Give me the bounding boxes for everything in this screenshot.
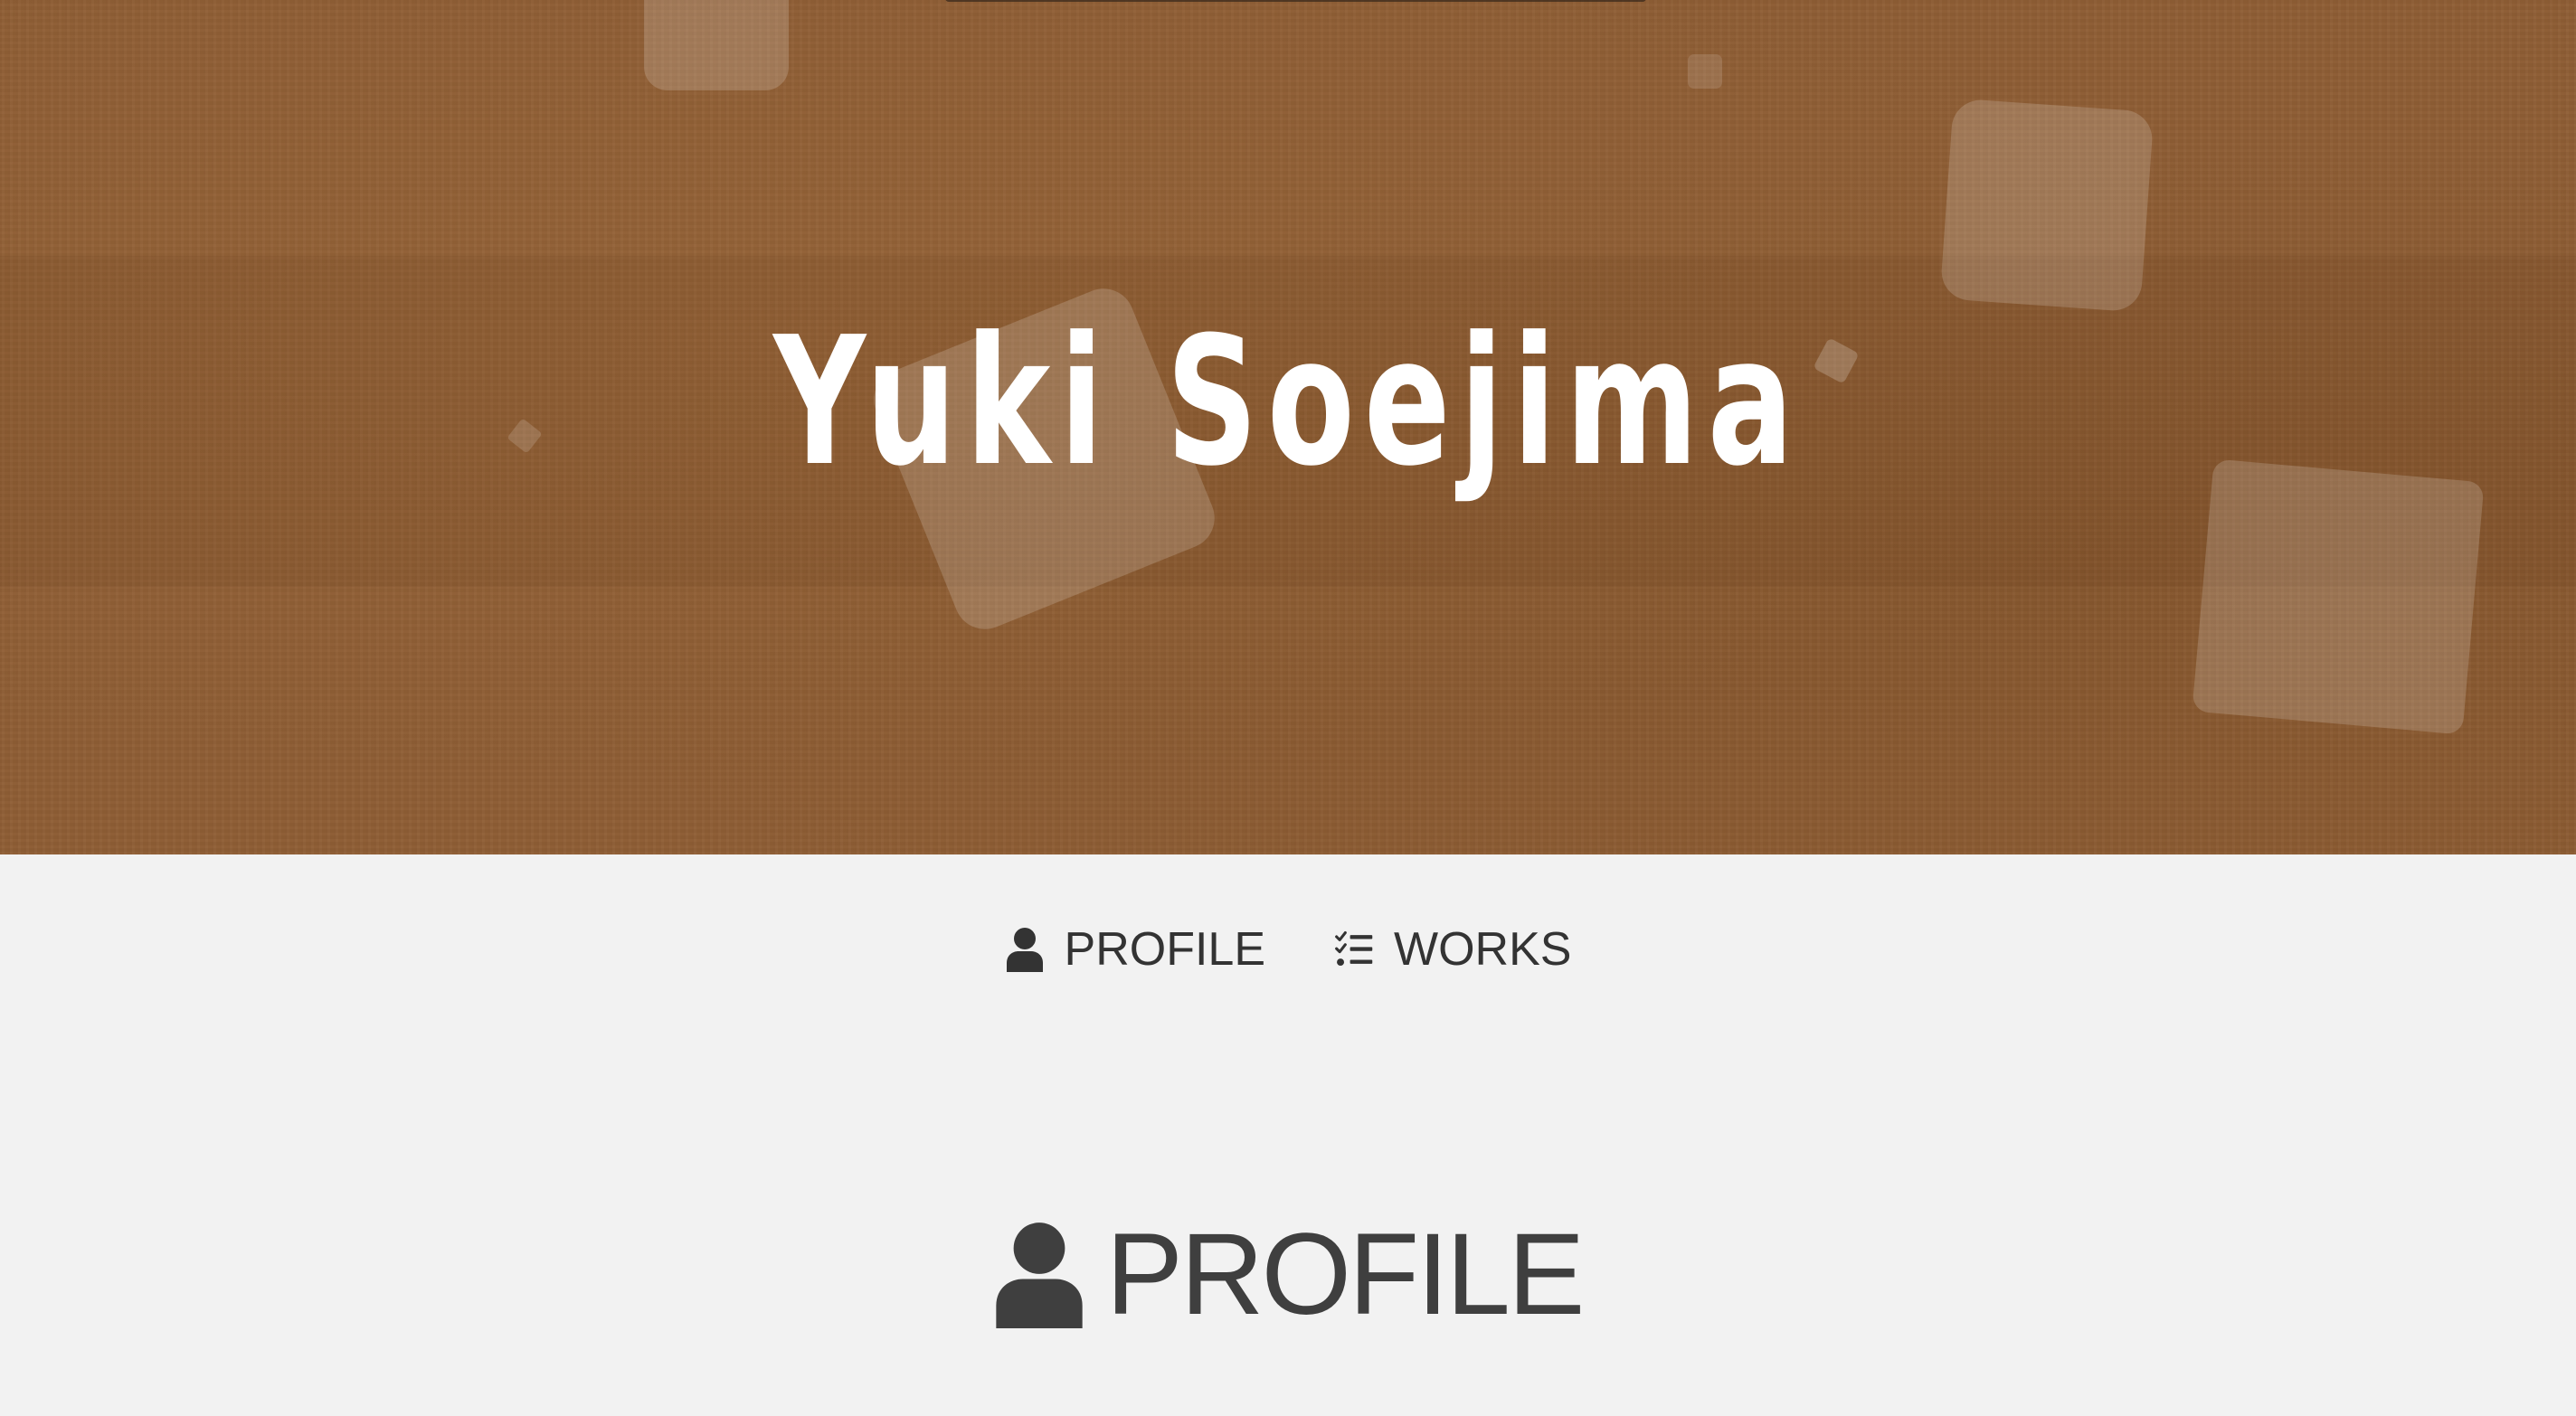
decorative-square [1688,54,1722,89]
nav-item-profile[interactable]: PROFILE [1005,913,1266,986]
nav-item-label: PROFILE [1064,923,1266,976]
main-nav: PROFILE WORKS [0,913,2576,986]
decorative-square [2192,458,2485,735]
nav-item-works[interactable]: WORKS [1334,913,1571,986]
section-title: PROFILE [1105,1210,1586,1339]
decorative-square [644,0,789,90]
site-title: Yuki Soejima [772,299,1804,505]
tasks-list-icon [1334,927,1374,972]
profile-section-heading: PROFILE [0,1212,2576,1338]
nav-item-label: WORKS [1394,923,1572,976]
hero-banner: Yuki Soejima [0,0,2576,854]
top-edge-bar [945,0,1646,2]
user-icon [1005,927,1045,972]
user-icon [994,1222,1084,1328]
decorative-square [1939,98,2155,313]
